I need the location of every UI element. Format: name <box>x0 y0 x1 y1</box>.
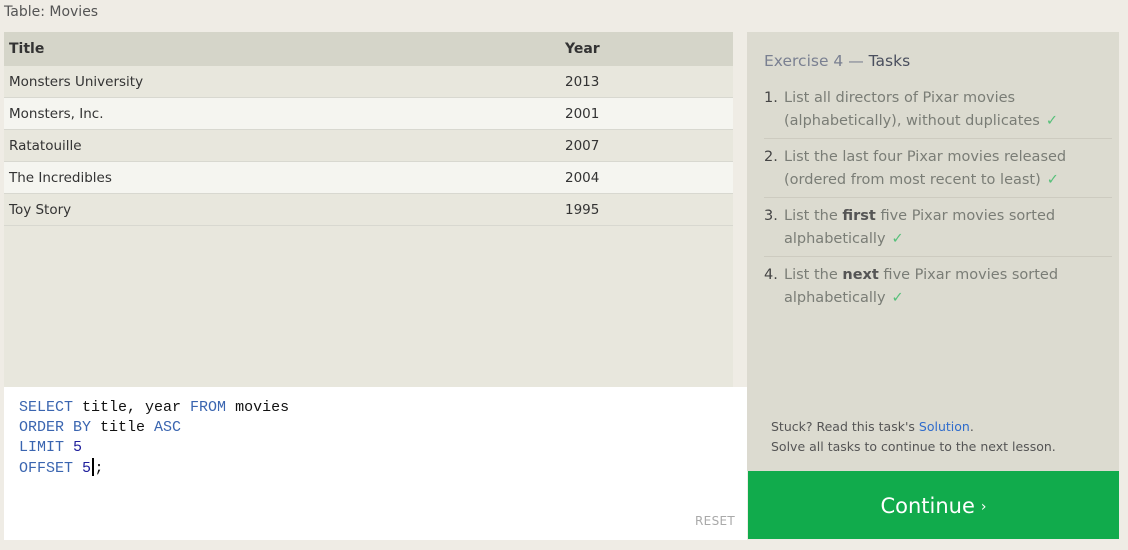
cell-title: The Incredibles <box>4 161 560 194</box>
hint-text: Stuck? Read this task's Solution. Solve … <box>771 417 1056 457</box>
check-icon: ✓ <box>891 230 904 247</box>
sql-keyword: ASC <box>154 419 182 436</box>
cell-year: 2013 <box>560 66 733 98</box>
check-icon: ✓ <box>891 289 904 306</box>
table-row: Ratatouille 2007 <box>4 129 733 162</box>
sql-text: ; <box>94 460 104 477</box>
results-table: Title Year Monsters University 2013 Mons… <box>4 32 733 387</box>
reset-button[interactable]: RESET <box>695 514 735 528</box>
sql-code[interactable]: SELECT title, year FROM movies ORDER BY … <box>19 398 289 479</box>
table-row: Monsters, Inc. 2001 <box>4 97 733 130</box>
sql-number: 5 <box>73 460 92 477</box>
column-header-year: Year <box>560 32 733 66</box>
title-separator: — <box>843 52 869 70</box>
solution-link[interactable]: Solution <box>919 419 970 434</box>
task-list: 1. List all directors of Pixar movies (a… <box>764 86 1112 321</box>
cell-title: Toy Story <box>4 193 560 226</box>
tasks-title: Exercise 4 — Tasks <box>764 52 910 70</box>
task-text-part: List all directors of Pixar movies (alph… <box>784 90 1040 129</box>
check-icon: ✓ <box>1045 112 1059 129</box>
sql-editor[interactable]: SELECT title, year FROM movies ORDER BY … <box>4 387 747 540</box>
task-text-part: List the last four Pixar movies released… <box>784 149 1067 188</box>
stuck-text: Stuck? Read this task's <box>771 419 919 434</box>
task-item: 1. List all directors of Pixar movies (a… <box>764 86 1112 139</box>
table-row: The Incredibles 2004 <box>4 161 733 194</box>
cell-title: Monsters, Inc. <box>4 97 560 130</box>
cell-year: 1995 <box>560 193 733 226</box>
column-header-title: Title <box>4 32 560 66</box>
task-text: List the first five Pixar movies sorted … <box>784 205 1112 250</box>
table-row: Toy Story 1995 <box>4 193 733 226</box>
sql-text: title <box>91 419 155 436</box>
tasks-panel-inner: Exercise 4 — Tasks 1. List all directors… <box>750 32 1119 471</box>
task-text: List the next five Pixar movies sorted a… <box>784 264 1112 309</box>
task-text: List the last four Pixar movies released… <box>784 146 1112 191</box>
task-number: 4. <box>764 267 778 283</box>
exercise-label: Exercise 4 <box>764 52 844 70</box>
sql-keyword: LIMIT <box>19 439 65 456</box>
task-text: List all directors of Pixar movies (alph… <box>784 87 1112 132</box>
task-item: 4. List the next five Pixar movies sorte… <box>764 263 1112 315</box>
sql-keyword: ORDER BY <box>19 419 92 436</box>
cell-year: 2007 <box>560 129 733 162</box>
tasks-panel: Exercise 4 — Tasks 1. List all directors… <box>747 32 1119 471</box>
task-item: 3. List the first five Pixar movies sort… <box>764 204 1112 257</box>
stuck-period: . <box>969 419 974 434</box>
task-number: 2. <box>764 149 778 165</box>
cell-year: 2004 <box>560 161 733 194</box>
tasks-heading: Tasks <box>868 52 911 70</box>
sql-keyword: SELECT <box>19 399 74 416</box>
task-text-emphasis: next <box>842 267 879 283</box>
task-item: 2. List the last four Pixar movies relea… <box>764 145 1112 198</box>
cell-year: 2001 <box>560 97 733 130</box>
sql-keyword: FROM <box>190 399 227 416</box>
text-cursor <box>92 458 94 476</box>
continue-label: Continue <box>880 494 975 518</box>
task-text-emphasis: first <box>842 208 876 224</box>
table-row: Monsters University 2013 <box>4 66 733 98</box>
task-text-part: List the <box>784 267 843 283</box>
chevron-right-icon: › <box>980 499 987 515</box>
sql-text: title, year <box>73 399 191 416</box>
continue-button[interactable]: Continue › <box>748 471 1119 539</box>
check-icon: ✓ <box>1046 171 1059 188</box>
table-caption: Table: Movies <box>4 4 99 20</box>
sql-keyword: OFFSET <box>19 460 74 477</box>
sql-number: 5 <box>64 439 83 456</box>
table-header-row: Title Year <box>4 32 733 66</box>
cell-title: Monsters University <box>4 66 560 98</box>
task-text-part: List the <box>784 208 843 224</box>
sql-text: movies <box>226 399 290 416</box>
solve-all-text: Solve all tasks to continue to the next … <box>771 439 1056 454</box>
task-number: 3. <box>764 208 778 224</box>
task-number: 1. <box>764 90 778 106</box>
cell-title: Ratatouille <box>4 129 560 162</box>
